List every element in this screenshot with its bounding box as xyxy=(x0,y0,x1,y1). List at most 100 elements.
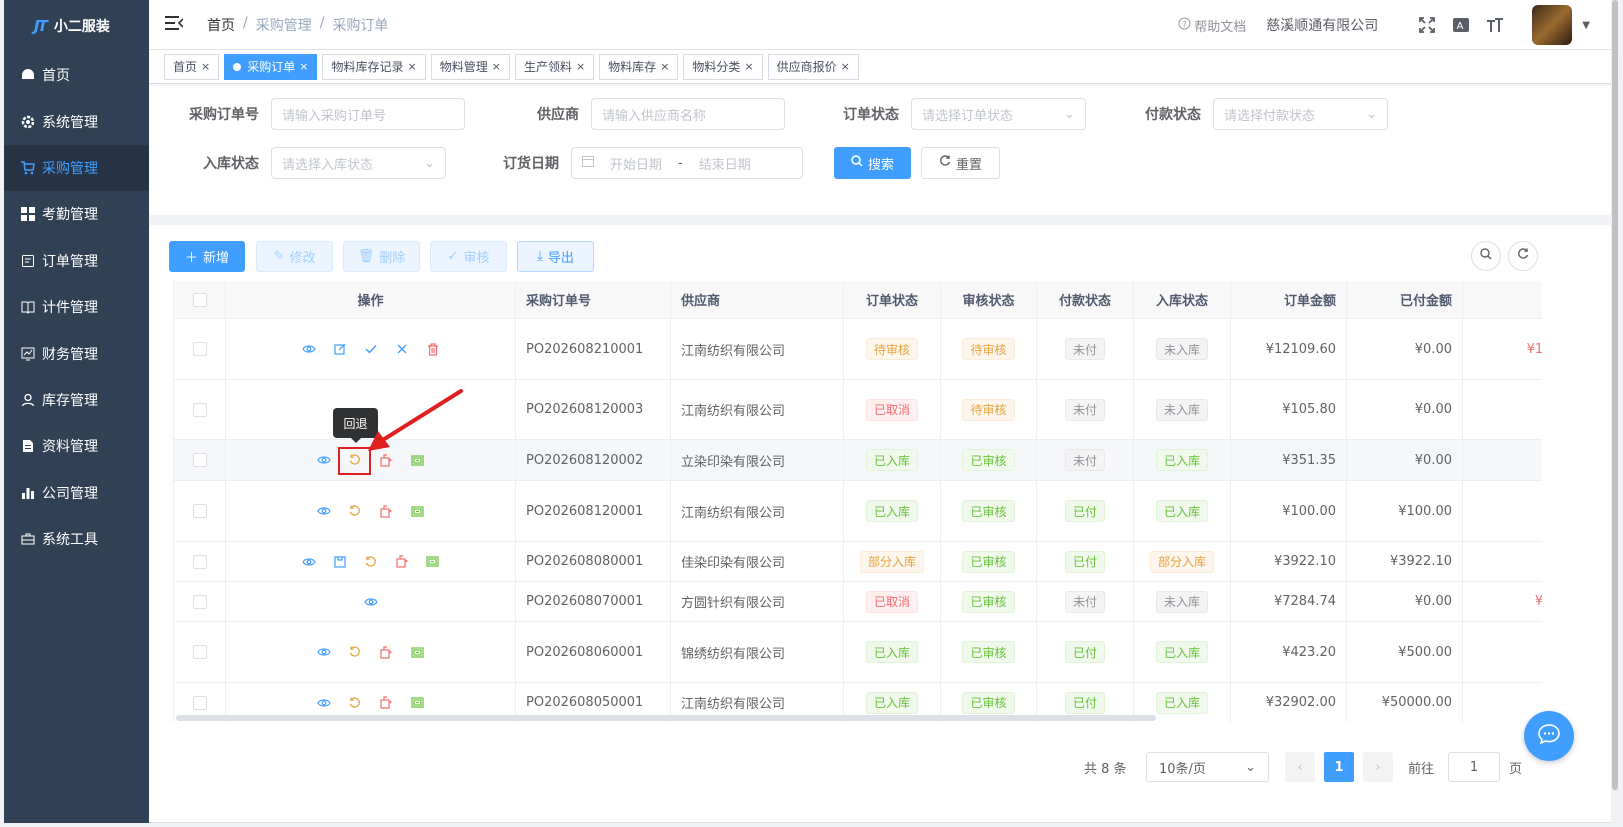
stock-in-icon[interactable] xyxy=(378,694,395,711)
sidebar-item-4[interactable]: 订单管理 xyxy=(4,238,149,284)
stock-in-icon[interactable] xyxy=(393,553,410,570)
breadcrumb-home[interactable]: 首页 xyxy=(207,15,235,35)
view-icon[interactable] xyxy=(316,644,333,661)
payment-icon[interactable] xyxy=(409,694,426,711)
hamburger-icon[interactable] xyxy=(165,15,187,34)
font-size-icon[interactable] xyxy=(1486,16,1504,34)
table-row[interactable]: PO202608210001 江南纺织有限公司 待审核 待审核 未付 未入库 ¥12109.… xyxy=(174,319,1542,380)
sidebar-item-3[interactable]: 考勤管理 xyxy=(4,191,149,237)
date-range-picker[interactable]: 开始日期 - 结束日期 xyxy=(571,147,803,179)
audit-button[interactable]: ✓ 审核 xyxy=(430,241,507,272)
tab-5[interactable]: 物料库存 × xyxy=(599,53,679,80)
table-row[interactable]: PO202608060001 锦绣纺织有限公司 已入库 已审核 已付 已入库 ¥423.20… xyxy=(174,622,1542,683)
payment-icon[interactable] xyxy=(409,644,426,661)
payment-icon[interactable] xyxy=(424,553,441,570)
rollback-icon[interactable] xyxy=(347,503,364,520)
sidebar-item-5[interactable]: 计件管理 xyxy=(4,284,149,330)
vertical-scrollbar-thumb[interactable] xyxy=(1612,0,1618,790)
add-button[interactable]: ＋ 新增 xyxy=(169,241,245,272)
pay-status-select[interactable]: 请选择付款状态 ⌄ xyxy=(1213,98,1388,130)
page-size-select[interactable]: 10条/页 ⌄ xyxy=(1146,752,1269,782)
caret-down-icon[interactable]: ▼ xyxy=(1582,20,1590,31)
row-checkbox[interactable] xyxy=(192,453,207,467)
horizontal-scrollbar[interactable] xyxy=(176,715,1156,721)
language-icon[interactable]: A xyxy=(1452,16,1470,34)
close-icon[interactable]: × xyxy=(407,60,416,73)
logo[interactable]: JT 小二服装 xyxy=(4,0,149,52)
rollback-icon[interactable] xyxy=(347,694,364,711)
toggle-search-button[interactable] xyxy=(1471,241,1501,271)
edit-icon[interactable] xyxy=(331,341,348,358)
table-row[interactable]: PO202608080001 佳染印染有限公司 部分入库 已审核 已付 部分入库 ¥3922… xyxy=(174,542,1542,582)
rollback-icon[interactable] xyxy=(362,553,379,570)
stock-in-icon[interactable] xyxy=(378,503,395,520)
close-icon[interactable]: × xyxy=(744,60,753,73)
sidebar-item-2[interactable]: 采购管理 xyxy=(4,144,149,192)
close-icon[interactable]: × xyxy=(841,60,850,73)
goto-page-input[interactable]: 1 xyxy=(1448,752,1500,782)
close-icon[interactable]: × xyxy=(660,60,669,73)
edit-button[interactable]: ✎ 修改 xyxy=(256,241,333,272)
table-row[interactable]: PO202608070001 方圆针织有限公司 已取消 已审核 未付 未入库 ¥7284.7… xyxy=(174,582,1542,622)
table-row[interactable]: PO202608120001 江南纺织有限公司 已入库 已审核 已付 已入库 ¥100.00… xyxy=(174,481,1542,542)
view-icon[interactable] xyxy=(316,694,333,711)
breadcrumb-purchase[interactable]: 采购管理 xyxy=(256,15,312,35)
tab-6[interactable]: 物料分类 × xyxy=(683,53,763,80)
tab-2[interactable]: 物料库存记录 × xyxy=(322,53,426,80)
sidebar-item-9[interactable]: 公司管理 xyxy=(4,470,149,516)
close-icon[interactable]: × xyxy=(299,60,308,73)
sidebar-item-10[interactable]: 系统工具 xyxy=(4,516,149,562)
date-start[interactable]: 开始日期 xyxy=(610,154,662,173)
row-checkbox[interactable] xyxy=(192,504,207,518)
row-checkbox[interactable] xyxy=(192,402,207,417)
date-end[interactable]: 结束日期 xyxy=(699,154,751,173)
tab-1[interactable]: 采购订单 × xyxy=(224,53,318,80)
refresh-button[interactable] xyxy=(1508,241,1538,271)
row-checkbox[interactable] xyxy=(192,695,207,710)
view-icon[interactable] xyxy=(300,341,317,358)
delete-button[interactable]: 🗑 删除 xyxy=(343,241,420,272)
page-number-current[interactable]: 1 xyxy=(1324,752,1354,782)
check-icon[interactable] xyxy=(362,341,379,358)
row-checkbox[interactable] xyxy=(192,594,207,609)
view-icon[interactable] xyxy=(316,452,333,469)
prev-page-button[interactable]: ‹ xyxy=(1285,752,1315,782)
supplier-input[interactable]: 请输入供应商名称 xyxy=(591,98,785,130)
tab-4[interactable]: 生产领料 × xyxy=(514,53,595,80)
fullscreen-icon[interactable] xyxy=(1418,16,1436,34)
row-checkbox[interactable] xyxy=(192,342,207,356)
select-all-checkbox[interactable] xyxy=(192,292,207,307)
tab-0[interactable]: 首页 × xyxy=(164,53,220,80)
chat-button[interactable] xyxy=(1524,711,1574,761)
sidebar-item-7[interactable]: 库存管理 xyxy=(4,377,149,423)
payment-icon[interactable] xyxy=(409,503,426,520)
row-checkbox[interactable] xyxy=(192,554,207,569)
tab-7[interactable]: 供应商报价 × xyxy=(767,53,859,80)
sidebar-item-6[interactable]: 财务管理 xyxy=(4,330,149,376)
close-icon[interactable]: × xyxy=(492,60,501,73)
view-icon[interactable] xyxy=(362,593,379,610)
sidebar-item-0[interactable]: 首页 xyxy=(4,52,149,98)
avatar[interactable] xyxy=(1532,5,1573,45)
company-name[interactable]: 慈溪顺通有限公司 xyxy=(1266,15,1378,35)
sidebar-item-8[interactable]: 资料管理 xyxy=(4,423,149,469)
rollback-icon[interactable] xyxy=(347,644,364,661)
close-icon[interactable] xyxy=(393,341,410,358)
tab-3[interactable]: 物料管理 × xyxy=(430,53,510,80)
search-button[interactable]: 搜索 xyxy=(834,147,911,179)
export-button[interactable]: ⤓ 导出 xyxy=(517,241,594,272)
stock-status-select[interactable]: 请选择入库状态 ⌄ xyxy=(271,147,446,179)
delete-icon[interactable] xyxy=(424,341,441,358)
sidebar-item-1[interactable]: 系统管理 xyxy=(4,98,149,144)
next-page-button[interactable]: › xyxy=(1363,752,1393,782)
stock-in-icon[interactable] xyxy=(378,644,395,661)
order-status-select[interactable]: 请选择订单状态 ⌄ xyxy=(911,98,1086,130)
order-no-input[interactable]: 请输入采购订单号 xyxy=(271,98,465,130)
help-link[interactable]: ? 帮助文档 xyxy=(1178,16,1246,35)
close-icon[interactable]: × xyxy=(576,60,585,73)
reset-button[interactable]: 重置 xyxy=(921,147,1000,179)
view-icon[interactable] xyxy=(316,503,333,520)
view-icon[interactable] xyxy=(300,553,317,570)
close-icon[interactable]: × xyxy=(201,60,210,73)
row-checkbox[interactable] xyxy=(192,645,207,659)
